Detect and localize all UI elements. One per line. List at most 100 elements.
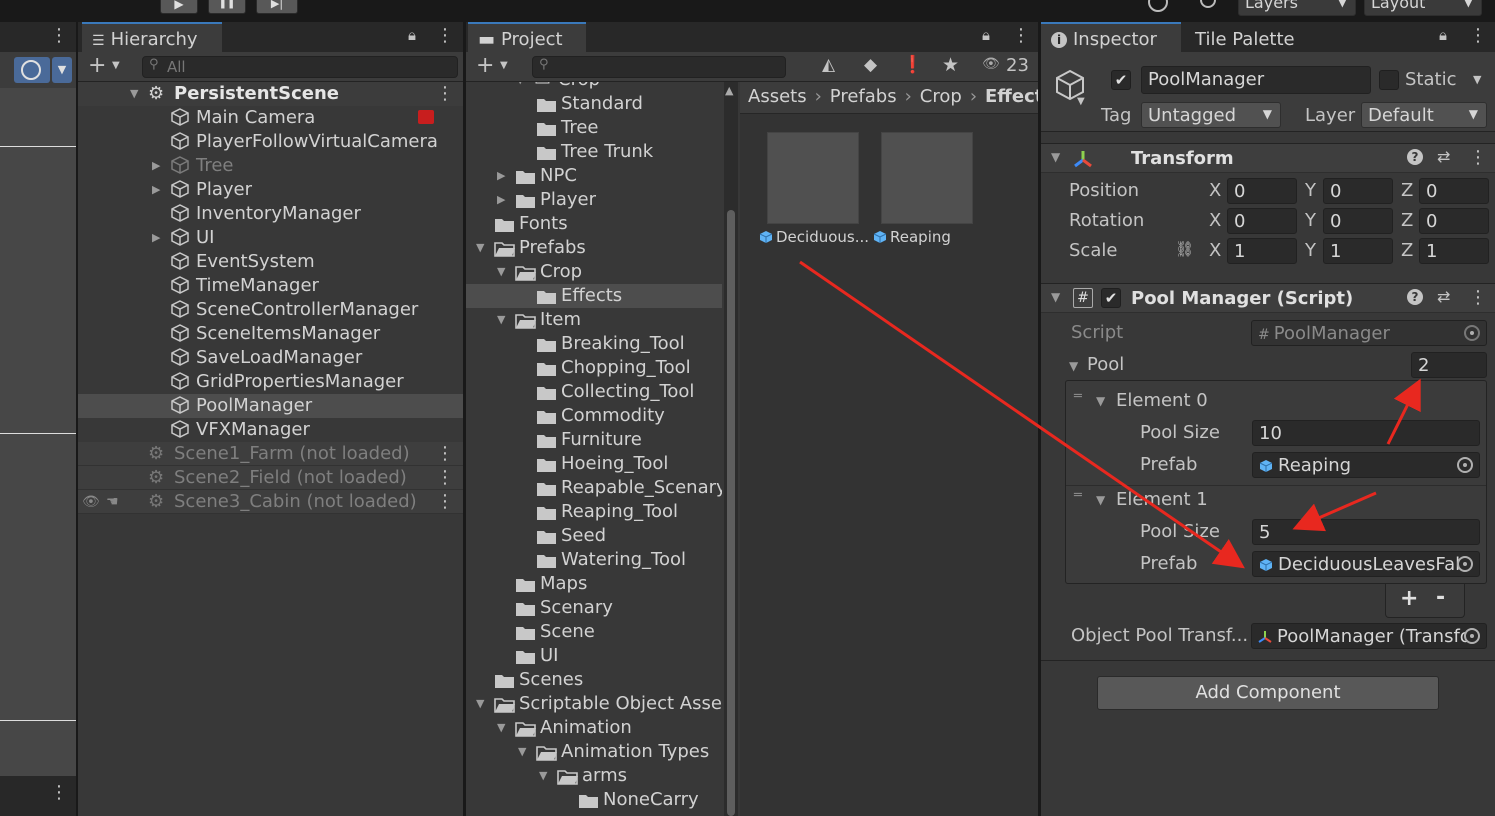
warning-icon[interactable]: ❗ xyxy=(902,55,923,75)
more-icon[interactable]: ⋮ xyxy=(436,490,454,514)
label-icon[interactable]: ◆ xyxy=(864,55,877,75)
gizmo-chevron-icon[interactable]: ▼ xyxy=(52,57,72,83)
transform-rotation-y-field[interactable]: 0 xyxy=(1323,208,1393,234)
hierarchy-item[interactable]: SaveLoadManager xyxy=(78,346,463,370)
tab-hierarchy[interactable]: ☰ Hierarchy xyxy=(82,22,222,52)
tab-tile-palette[interactable]: Tile Palette xyxy=(1185,22,1315,52)
add-button[interactable]: + xyxy=(476,53,494,78)
expand-arrow-icon[interactable]: ▼ xyxy=(1051,290,1060,304)
preset-icon[interactable]: ⇄ xyxy=(1437,147,1450,166)
hierarchy-item[interactable]: PoolManager xyxy=(78,394,463,418)
project-tree-item[interactable]: Seed xyxy=(466,524,722,548)
chevron-down-icon[interactable]: ▼ xyxy=(1473,73,1481,86)
pause-button[interactable]: ❚❚ xyxy=(208,0,246,14)
asset-thumbnail[interactable] xyxy=(767,132,859,224)
element1-pool-size-field[interactable]: 5 xyxy=(1252,519,1480,545)
project-tree-item[interactable]: Tree xyxy=(466,116,722,140)
element1-prefab-field[interactable]: DeciduousLeavesFal xyxy=(1252,551,1480,577)
project-tree-item[interactable]: ▼ Scriptable Object Assets xyxy=(466,692,722,716)
transform-scale-x-field[interactable]: 1 xyxy=(1227,238,1297,264)
scrollbar-thumb[interactable] xyxy=(727,210,735,816)
more-icon[interactable]: ⋮ xyxy=(1012,25,1030,46)
visibility-icon[interactable]: 👁︎ xyxy=(982,56,1000,72)
asset-thumbnail[interactable] xyxy=(881,132,973,224)
expand-arrow-icon[interactable]: ▶ xyxy=(497,164,505,188)
project-tree-item[interactable]: ▼ Crop xyxy=(466,260,722,284)
tab-inspector[interactable]: i Inspector xyxy=(1041,22,1181,52)
pool-size-field[interactable]: 2 xyxy=(1411,352,1487,378)
add-button[interactable]: + xyxy=(88,53,106,78)
transform-position-z-field[interactable]: 0 xyxy=(1419,178,1489,204)
unloaded-scene-row[interactable]: ⚙ Scene1_Farm (not loaded) ⋮ xyxy=(78,442,463,466)
step-button[interactable]: ▶| xyxy=(256,0,298,14)
layout-dropdown[interactable]: Layout ▼ xyxy=(1364,0,1482,16)
project-tree-item[interactable]: Effects xyxy=(466,284,722,308)
breadcrumb-item[interactable]: Effects xyxy=(985,86,1038,107)
more-icon[interactable]: ⋮ xyxy=(1469,287,1487,308)
script-enabled-checkbox[interactable]: ✔ xyxy=(1101,288,1121,308)
list-add-button[interactable]: + xyxy=(1400,586,1418,611)
expand-arrow-icon[interactable]: ▼ xyxy=(539,764,547,788)
more-icon[interactable]: ⋮ xyxy=(436,82,454,106)
scroll-up-icon[interactable]: ▲ xyxy=(725,84,733,97)
expand-arrow-icon[interactable]: ▼ xyxy=(130,82,138,106)
object-picker-icon[interactable] xyxy=(1464,325,1480,341)
project-tree-item[interactable]: Collecting_Tool xyxy=(466,380,722,404)
expand-arrow-icon[interactable]: ▼ xyxy=(1096,394,1105,408)
hierarchy-item[interactable]: InventoryManager xyxy=(78,202,463,226)
pool-manager-header[interactable]: ▼ # ✔ Pool Manager (Script) ? ⇄ ⋮ xyxy=(1041,283,1495,313)
project-tree-item[interactable]: UI xyxy=(466,644,722,668)
object-picker-icon[interactable] xyxy=(1457,556,1473,572)
project-tree-item[interactable]: ▶ Player xyxy=(466,188,722,212)
transform-rotation-z-field[interactable]: 0 xyxy=(1419,208,1489,234)
more-icon[interactable]: ⋮ xyxy=(1469,25,1487,46)
project-tree-item[interactable]: Watering_Tool xyxy=(466,548,722,572)
project-tree-item[interactable]: ▼ Item xyxy=(466,308,722,332)
preset-icon[interactable]: ⇄ xyxy=(1437,287,1450,306)
project-tree-item[interactable]: ▼ Animation Types xyxy=(466,740,722,764)
project-tree-item[interactable]: Commodity xyxy=(466,404,722,428)
transform-rotation-x-field[interactable]: 0 xyxy=(1227,208,1297,234)
project-tree-item[interactable]: Furniture xyxy=(466,428,722,452)
layer-dropdown[interactable]: Default ▼ xyxy=(1361,102,1487,128)
hierarchy-item[interactable]: SceneControllerManager xyxy=(78,298,463,322)
tree-row-partial[interactable]: ▼ ▭ Crop xyxy=(466,82,722,92)
gizmo-button[interactable] xyxy=(14,57,50,83)
hierarchy-item[interactable]: SceneItemsManager xyxy=(78,322,463,346)
lock-icon[interactable]: 🔒︎ xyxy=(1439,26,1447,44)
unloaded-scene-row[interactable]: 👁︎ ☚ ⚙ Scene3_Cabin (not loaded) ⋮ xyxy=(78,490,463,514)
tab-project[interactable]: ▬ Project xyxy=(468,22,586,52)
expand-arrow-icon[interactable]: ▶ xyxy=(497,188,505,212)
asset-label[interactable]: Deciduous... xyxy=(759,228,871,246)
project-tree-item[interactable]: Scene xyxy=(466,620,722,644)
lock-icon[interactable]: 🔒︎ xyxy=(982,26,990,44)
object-picker-icon[interactable] xyxy=(1464,628,1480,644)
search-icon[interactable] xyxy=(1200,0,1216,8)
play-button[interactable]: ▶ xyxy=(160,0,198,14)
more-icon[interactable]: ⋮ xyxy=(50,782,68,803)
expand-arrow-icon[interactable]: ▶ xyxy=(152,154,160,178)
expand-arrow-icon[interactable]: ▼ xyxy=(476,692,484,716)
more-icon[interactable]: ⋮ xyxy=(436,442,454,466)
help-icon[interactable]: ? xyxy=(1407,149,1423,165)
hierarchy-item[interactable]: Main Camera xyxy=(78,106,463,130)
layers-dropdown[interactable]: Layers ▼ xyxy=(1238,0,1356,16)
static-checkbox[interactable] xyxy=(1379,70,1399,90)
drag-handle-icon[interactable]: ═ xyxy=(1074,389,1082,404)
hierarchy-item[interactable]: PlayerFollowVirtualCamera xyxy=(78,130,463,154)
favorite-icon[interactable]: ★ xyxy=(942,54,959,76)
chevron-down-icon[interactable]: ▼ xyxy=(500,60,508,71)
expand-arrow-icon[interactable]: ▼ xyxy=(497,260,505,284)
project-tree-item[interactable]: Reapable_Scenary xyxy=(466,476,722,500)
expand-arrow-icon[interactable]: ▶ xyxy=(152,226,160,250)
project-tree-item[interactable]: ▼ Animation xyxy=(466,716,722,740)
project-tree-item[interactable]: ▶ NPC xyxy=(466,164,722,188)
scene-header[interactable]: ▼ ⚙ PersistentScene ⋮ xyxy=(78,82,463,106)
project-tree-item[interactable]: Standard xyxy=(466,92,722,116)
hierarchy-item[interactable]: TimeManager xyxy=(78,274,463,298)
hierarchy-search-input[interactable]: ⚲ All xyxy=(142,56,458,78)
element0-pool-size-field[interactable]: 10 xyxy=(1252,420,1480,446)
expand-arrow-icon[interactable]: ▼ xyxy=(476,236,484,260)
visibility-icon[interactable]: 👁︎ xyxy=(82,490,100,514)
expand-arrow-icon[interactable]: ▼ xyxy=(1069,359,1078,373)
